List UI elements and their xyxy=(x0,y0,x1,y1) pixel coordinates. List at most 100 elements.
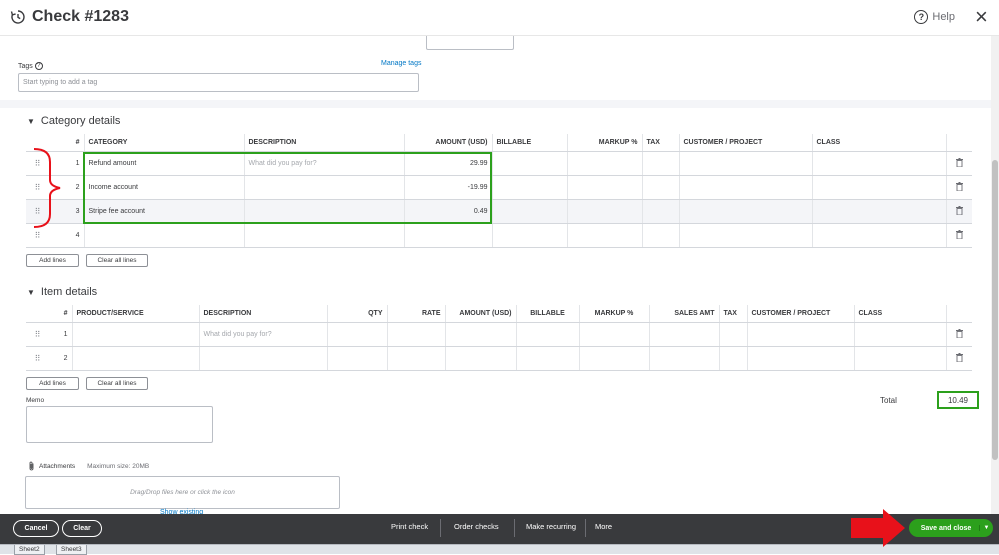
tax-cell[interactable] xyxy=(641,199,679,224)
sales-amt-cell[interactable] xyxy=(648,346,719,371)
trash-icon[interactable] xyxy=(945,223,972,248)
billable-cell[interactable] xyxy=(491,199,567,224)
customer-cell[interactable] xyxy=(746,322,854,347)
close-icon[interactable]: × xyxy=(975,6,993,28)
tax-cell[interactable] xyxy=(718,346,747,371)
trash-icon[interactable] xyxy=(945,322,972,347)
markup-cell[interactable] xyxy=(566,223,642,248)
drag-handle-icon[interactable]: ⠿ xyxy=(26,199,48,224)
table-row[interactable]: ⠿ 2 xyxy=(26,346,972,371)
paperclip-icon[interactable] xyxy=(28,461,35,471)
print-check-link[interactable]: Print check xyxy=(391,522,428,531)
attachment-dropzone[interactable]: Drag/Drop files here or click the icon xyxy=(25,476,340,509)
description-cell[interactable]: What did you pay for? xyxy=(198,322,327,347)
customer-cell[interactable] xyxy=(678,151,812,176)
category-cell[interactable]: Refund amount xyxy=(83,151,244,176)
amount-cell[interactable] xyxy=(403,223,492,248)
more-link[interactable]: More xyxy=(595,522,612,531)
qty-cell[interactable] xyxy=(326,346,387,371)
tax-cell[interactable] xyxy=(641,223,679,248)
amount-cell[interactable]: 29.99 xyxy=(403,151,492,176)
markup-cell[interactable] xyxy=(578,346,649,371)
rate-cell[interactable] xyxy=(386,346,445,371)
description-cell[interactable] xyxy=(243,175,404,200)
trash-icon[interactable] xyxy=(945,199,972,224)
col-header: MARKUP % xyxy=(566,134,642,152)
tax-cell[interactable] xyxy=(718,322,747,347)
class-cell[interactable] xyxy=(811,151,946,176)
description-cell[interactable] xyxy=(243,223,404,248)
category-cell[interactable]: Income account xyxy=(83,175,244,200)
customer-cell[interactable] xyxy=(678,223,812,248)
rate-cell[interactable] xyxy=(386,322,445,347)
table-row[interactable]: ⠿ 1 Refund amount What did you pay for? … xyxy=(26,151,972,176)
amount-cell[interactable] xyxy=(444,322,516,347)
save-options-caret-icon[interactable]: ▼ xyxy=(979,525,993,531)
partial-field[interactable] xyxy=(426,36,514,50)
category-cell[interactable] xyxy=(83,223,244,248)
customer-cell[interactable] xyxy=(678,199,812,224)
product-cell[interactable] xyxy=(71,322,199,347)
table-row[interactable]: ⠿ 1 What did you pay for? xyxy=(26,322,972,347)
clear-button[interactable]: Clear xyxy=(62,520,102,537)
col-header: CUSTOMER / PROJECT xyxy=(746,305,854,323)
help-button[interactable]: ? Help xyxy=(914,10,955,24)
markup-cell[interactable] xyxy=(578,322,649,347)
customer-cell[interactable] xyxy=(678,175,812,200)
col-header: BILLABLE xyxy=(515,305,579,323)
product-cell[interactable] xyxy=(71,346,199,371)
make-recurring-link[interactable]: Make recurring xyxy=(526,522,576,531)
amount-cell[interactable]: -19.99 xyxy=(403,175,492,200)
trash-icon[interactable] xyxy=(945,151,972,176)
markup-cell[interactable] xyxy=(566,151,642,176)
drag-handle-icon[interactable]: ⠿ xyxy=(26,322,48,347)
table-row[interactable]: ⠿ 2 Income account -19.99 xyxy=(26,175,972,200)
amount-cell[interactable] xyxy=(444,346,516,371)
trash-icon[interactable] xyxy=(945,175,972,200)
markup-cell[interactable] xyxy=(566,175,642,200)
qty-cell[interactable] xyxy=(326,322,387,347)
order-checks-link[interactable]: Order checks xyxy=(454,522,499,531)
customer-cell[interactable] xyxy=(746,346,854,371)
description-cell[interactable] xyxy=(198,346,327,371)
cancel-button[interactable]: Cancel xyxy=(13,520,59,537)
description-cell[interactable] xyxy=(243,199,404,224)
item-details-toggle[interactable]: ▼ Item details xyxy=(27,286,97,298)
description-cell[interactable]: What did you pay for? xyxy=(243,151,404,176)
category-details-toggle[interactable]: ▼ Category details xyxy=(27,115,120,127)
manage-tags-link[interactable]: Manage tags xyxy=(381,60,421,67)
amount-cell[interactable]: 0.49 xyxy=(403,199,492,224)
markup-cell[interactable] xyxy=(566,199,642,224)
billable-cell[interactable] xyxy=(491,223,567,248)
drag-handle-icon[interactable]: ⠿ xyxy=(26,223,48,248)
tax-cell[interactable] xyxy=(641,151,679,176)
class-cell[interactable] xyxy=(811,175,946,200)
tags-input[interactable]: Start typing to add a tag xyxy=(18,73,419,92)
info-icon[interactable]: ? xyxy=(34,62,43,70)
billable-cell[interactable] xyxy=(491,151,567,176)
memo-textarea[interactable] xyxy=(26,406,213,443)
class-cell[interactable] xyxy=(853,346,946,371)
class-cell[interactable] xyxy=(811,223,946,248)
billable-cell[interactable] xyxy=(515,322,579,347)
category-cell[interactable]: Stripe fee account xyxy=(83,199,244,224)
tax-cell[interactable] xyxy=(641,175,679,200)
billable-cell[interactable] xyxy=(515,346,579,371)
drag-handle-icon[interactable]: ⠿ xyxy=(26,151,48,176)
table-row[interactable]: ⠿ 3 Stripe fee account 0.49 xyxy=(26,199,972,224)
class-cell[interactable] xyxy=(853,322,946,347)
add-lines-button[interactable]: Add lines xyxy=(26,254,79,267)
class-cell[interactable] xyxy=(811,199,946,224)
scrollbar-thumb[interactable] xyxy=(992,160,998,460)
trash-icon[interactable] xyxy=(945,346,972,371)
sales-amt-cell[interactable] xyxy=(648,322,719,347)
billable-cell[interactable] xyxy=(491,175,567,200)
table-row[interactable]: ⠿ 4 xyxy=(26,223,972,248)
clear-all-lines-button[interactable]: Clear all lines xyxy=(86,254,148,267)
add-lines-button[interactable]: Add lines xyxy=(26,377,79,390)
save-and-close-button[interactable]: Save and close ▼ xyxy=(909,519,993,537)
col-header: SALES AMT xyxy=(648,305,719,323)
clear-all-lines-button[interactable]: Clear all lines xyxy=(86,377,148,390)
drag-handle-icon[interactable]: ⠿ xyxy=(26,175,48,200)
drag-handle-icon[interactable]: ⠿ xyxy=(26,346,48,371)
